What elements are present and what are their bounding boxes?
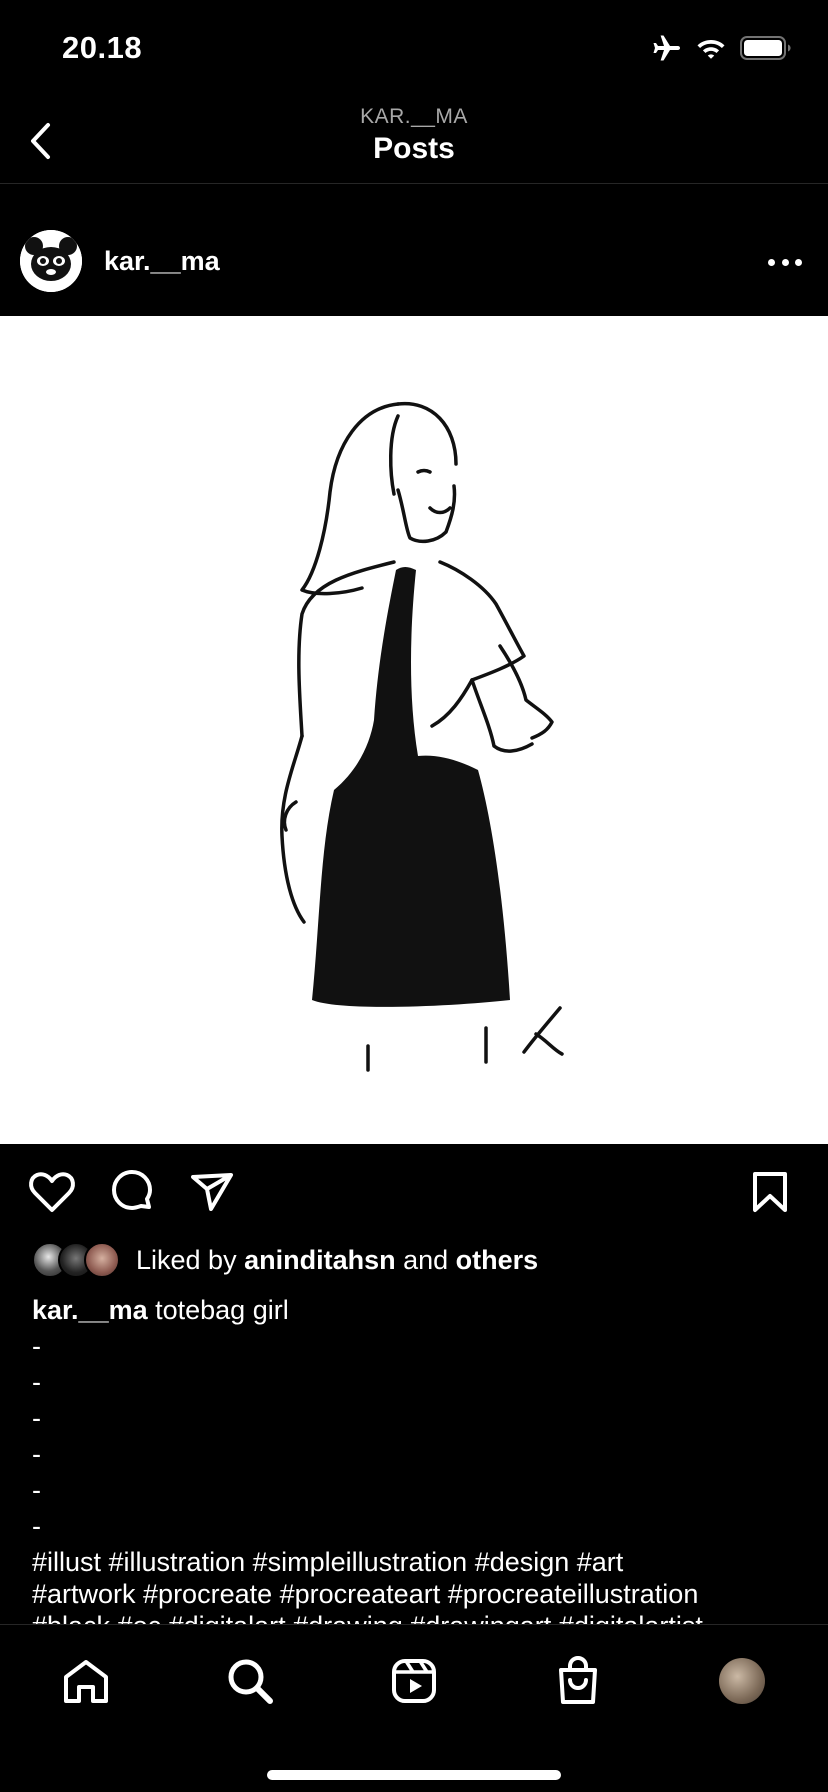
tab-home[interactable] bbox=[56, 1651, 116, 1711]
likes-middle: and bbox=[395, 1244, 456, 1275]
more-dot-icon bbox=[781, 258, 789, 266]
likes-row[interactable]: Liked by aninditahsn and others bbox=[32, 1240, 538, 1280]
like-button[interactable] bbox=[26, 1166, 78, 1218]
avatar bbox=[84, 1242, 120, 1278]
profile-avatar bbox=[719, 1658, 765, 1704]
liker-username[interactable]: aninditahsn bbox=[244, 1245, 396, 1275]
comment-button[interactable] bbox=[106, 1166, 158, 1218]
page-subtitle: KAR.__MA bbox=[360, 105, 468, 128]
share-button[interactable] bbox=[186, 1166, 238, 1218]
more-dot-icon bbox=[768, 258, 775, 266]
home-indicator bbox=[267, 1770, 561, 1780]
illustration-image bbox=[280, 401, 564, 1072]
hashtags-line[interactable]: #artwork #procreate #procreateart #procr… bbox=[32, 1578, 812, 1610]
bookmark-icon bbox=[753, 1172, 787, 1212]
panda-avatar-icon bbox=[20, 230, 82, 292]
shopping-bag-icon bbox=[559, 1656, 597, 1704]
post-header: kar.__ma bbox=[0, 230, 828, 294]
nav-titles: KAR.__MA Posts bbox=[0, 104, 828, 168]
battery-icon bbox=[740, 35, 792, 66]
wifi-icon bbox=[696, 36, 726, 65]
heart-icon bbox=[29, 1172, 75, 1212]
caption-dash: - bbox=[32, 1439, 41, 1469]
status-time: 20.18 bbox=[62, 30, 143, 65]
caption-dash: - bbox=[32, 1367, 41, 1397]
search-icon bbox=[228, 1659, 273, 1704]
likes-prefix: Liked by bbox=[136, 1244, 245, 1275]
caption-dash: - bbox=[32, 1403, 41, 1433]
caption-line: kar.__ma totebag girl bbox=[32, 1292, 812, 1328]
reels-icon bbox=[392, 1659, 436, 1703]
liker-avatars bbox=[32, 1242, 124, 1278]
caption-dash: - bbox=[32, 1511, 41, 1541]
status-icons bbox=[652, 34, 792, 67]
tab-reels[interactable] bbox=[384, 1651, 444, 1711]
tab-bar bbox=[0, 1624, 828, 1792]
send-icon bbox=[191, 1173, 233, 1211]
caption-username[interactable]: kar.__ma bbox=[32, 1295, 148, 1325]
caption-text: totebag girl bbox=[147, 1295, 289, 1325]
more-dot-icon bbox=[795, 258, 802, 266]
status-bar: 20.18 bbox=[0, 0, 828, 100]
caption-dash: - bbox=[32, 1475, 41, 1505]
caption: kar.__ma totebag girl - - - - - - #illus… bbox=[32, 1292, 812, 1642]
tab-search[interactable] bbox=[220, 1651, 280, 1711]
home-icon bbox=[64, 1660, 108, 1703]
likes-others[interactable]: others bbox=[456, 1245, 539, 1275]
post-image[interactable] bbox=[0, 316, 828, 1144]
more-options-button[interactable] bbox=[768, 252, 802, 272]
save-button[interactable] bbox=[744, 1166, 796, 1218]
post-username[interactable]: kar.__ma bbox=[104, 246, 220, 277]
caption-dash: - bbox=[32, 1331, 41, 1361]
hashtags-line[interactable]: #illust #illustration #simpleillustratio… bbox=[32, 1546, 812, 1578]
tab-profile[interactable] bbox=[712, 1651, 772, 1711]
airplane-icon bbox=[652, 34, 682, 67]
likes-text: Liked by aninditahsn and others bbox=[136, 1245, 538, 1276]
action-bar bbox=[0, 1166, 828, 1218]
comment-icon bbox=[112, 1170, 152, 1210]
page-title: Posts bbox=[373, 132, 455, 165]
avatar[interactable] bbox=[20, 230, 82, 292]
nav-header: KAR.__MA Posts bbox=[0, 100, 828, 184]
tab-shop[interactable] bbox=[548, 1651, 608, 1711]
